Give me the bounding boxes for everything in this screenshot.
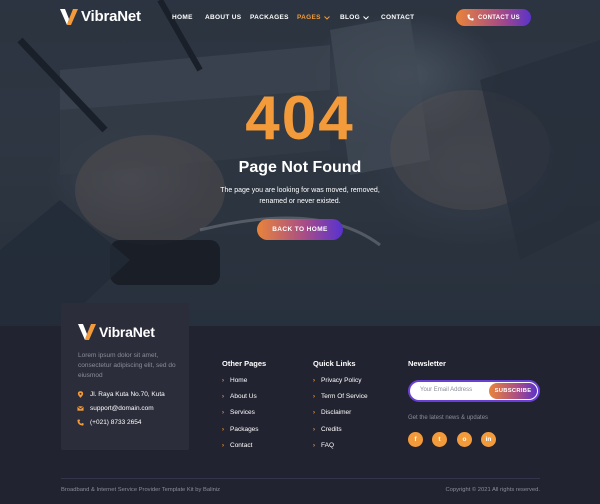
footer-about-card: VibraNet Lorem ipsum dolor sit amet, con… <box>61 303 189 450</box>
footer-address-text: Jl. Raya Kuta No.70, Kuta <box>90 391 165 398</box>
chevron-right-icon: › <box>222 409 224 416</box>
footer-link-label: Services <box>230 409 255 416</box>
chevron-down-icon <box>323 15 330 20</box>
newsletter-form: Your Email Address SUBSCRIBE <box>408 380 540 402</box>
footer-link-label: Packages <box>230 426 259 433</box>
footer-phone[interactable]: (+021) 8733 2654 <box>77 419 142 426</box>
header-logo[interactable]: VibraNet <box>60 8 141 25</box>
footer-link-faq[interactable]: › FAQ <box>313 442 334 449</box>
contact-us-button[interactable]: CONTACT US <box>456 9 531 26</box>
phone-icon <box>467 14 474 21</box>
nav-blog-label: BLOG <box>340 14 360 21</box>
footer-logo[interactable]: VibraNet <box>78 324 155 340</box>
newsletter-title: Newsletter <box>408 359 446 368</box>
chevron-right-icon: › <box>313 409 315 416</box>
twitter-icon[interactable]: t <box>432 432 447 447</box>
footer-link-label: Privacy Policy <box>321 377 362 384</box>
footer-email-text: support@domain.com <box>90 405 154 412</box>
footer-link-services[interactable]: › Services <box>222 409 255 416</box>
envelope-icon <box>77 406 84 411</box>
footer-link-privacy-policy[interactable]: › Privacy Policy <box>313 377 361 384</box>
page-title: Page Not Found <box>238 159 362 176</box>
footer-link-label: Disclaimer <box>321 409 352 416</box>
phone-icon <box>77 419 84 426</box>
facebook-icon[interactable]: f <box>408 432 423 447</box>
logo-text: VibraNet <box>81 8 141 25</box>
footer-link-packages[interactable]: › Packages <box>222 426 259 433</box>
newsletter-email-input[interactable]: Your Email Address <box>420 387 472 393</box>
footer-phone-text: (+021) 8733 2654 <box>90 419 142 426</box>
footer-link-label: Home <box>230 377 248 384</box>
quick-links-title: Quick Links <box>313 359 356 368</box>
error-description: The page you are looking for was moved, … <box>220 187 380 205</box>
other-pages-title: Other Pages <box>222 359 267 368</box>
chevron-down-icon <box>363 15 369 20</box>
site-header: VibraNet HOME ABOUT US PACKAGES PAGES BL… <box>0 0 600 34</box>
footer-link-label: Credits <box>321 426 342 433</box>
back-to-home-button[interactable]: BACK TO HOME <box>257 219 343 240</box>
chevron-right-icon: › <box>313 393 315 400</box>
logo-mark-icon <box>60 8 78 25</box>
footer-email[interactable]: support@domain.com <box>77 405 154 412</box>
newsletter-note: Get the latest news & updates <box>408 415 489 421</box>
logo-mark-icon <box>78 324 96 340</box>
error-code: 404 <box>245 84 355 153</box>
chevron-right-icon: › <box>313 377 315 384</box>
subscribe-button[interactable]: SUBSCRIBE <box>489 383 537 399</box>
nav-about-us[interactable]: ABOUT US <box>205 14 241 21</box>
contact-us-label: CONTACT US <box>478 14 520 21</box>
linkedin-icon[interactable]: in <box>481 432 496 447</box>
footer-copyright: Copyright © 2021 All rights reserved. <box>445 487 541 493</box>
location-pin-icon <box>77 391 84 398</box>
chevron-right-icon: › <box>222 426 224 433</box>
chevron-right-icon: › <box>222 377 224 384</box>
nav-pages-label: PAGES <box>297 14 321 21</box>
footer-link-label: About Us <box>230 393 257 400</box>
footer-link-home[interactable]: › Home <box>222 377 247 384</box>
nav-pages[interactable]: PAGES <box>297 14 330 21</box>
footer-link-label: FAQ <box>321 442 335 449</box>
footer-link-credits[interactable]: › Credits <box>313 426 342 433</box>
chevron-right-icon: › <box>313 442 315 449</box>
footer-link-term-of-service[interactable]: › Term Of Service <box>313 393 368 400</box>
chevron-right-icon: › <box>222 393 224 400</box>
chevron-right-icon: › <box>222 442 224 449</box>
footer-link-contact[interactable]: › Contact <box>222 442 252 449</box>
footer-link-label: Contact <box>230 442 253 449</box>
nav-packages[interactable]: PACKAGES <box>250 14 289 21</box>
footer-address: Jl. Raya Kuta No.70, Kuta <box>77 391 165 398</box>
footer-link-disclaimer[interactable]: › Disclaimer <box>313 409 351 416</box>
footer-link-about-us[interactable]: › About Us <box>222 393 257 400</box>
nav-contact[interactable]: CONTACT <box>381 14 414 21</box>
nav-home[interactable]: HOME <box>172 14 193 21</box>
footer-about-text: Lorem ipsum dolor sit amet, consectetur … <box>78 352 176 379</box>
footer-logo-text: VibraNet <box>99 324 155 340</box>
nav-blog[interactable]: BLOG <box>340 14 369 21</box>
instagram-icon[interactable]: o <box>457 432 472 447</box>
chevron-right-icon: › <box>313 426 315 433</box>
footer-credit: Broadband & Internet Service Provider Te… <box>61 487 221 493</box>
footer-divider <box>61 478 540 479</box>
footer-link-label: Term Of Service <box>321 393 368 400</box>
